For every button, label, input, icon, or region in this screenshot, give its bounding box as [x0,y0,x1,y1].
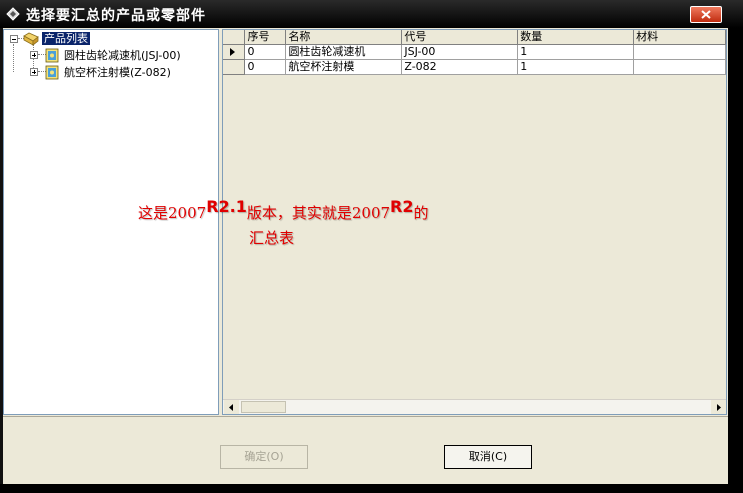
product-tree[interactable]: 产品列表 圆柱齿轮减速机(JSJ-00) 航空杯注射模(Z-082) [3,29,219,415]
annotation-version: R2.1 [206,197,247,216]
annotation-text: 的 [413,204,429,222]
row-header-corner [223,30,246,45]
scroll-right-button[interactable] [711,400,726,414]
scroll-left-button[interactable] [224,400,239,414]
table-row[interactable]: 0 圆柱齿轮减速机 JSJ-00 1 [223,44,726,60]
tree-connector [13,44,14,72]
scroll-thumb[interactable] [241,401,286,413]
horizontal-scrollbar[interactable] [223,399,726,414]
parts-table: 序号 名称 代号 数量 材料 0 圆柱齿轮减速机 JSJ-00 1 0 航空杯注… [223,30,726,75]
cancel-button[interactable]: 取消(C) [444,445,532,469]
column-header[interactable]: 数量 [517,30,635,45]
column-header[interactable]: 名称 [285,30,403,45]
window-title: 选择要汇总的产品或零部件 [26,8,206,24]
parts-grid[interactable]: 序号 名称 代号 数量 材料 0 圆柱齿轮减速机 JSJ-00 1 0 航空杯注… [222,29,727,415]
annotation-line-1: 这是2007R2.1版本，其实就是2007R2的 [138,198,429,223]
column-header[interactable]: 代号 [401,30,519,45]
grid-cell[interactable]: 0 [244,59,287,75]
panel-separator [3,416,728,417]
title-bar[interactable]: 选择要汇总的产品或零部件 [0,0,743,28]
tree-item-expand-toggle[interactable] [30,68,38,76]
app-diamond-icon [6,7,20,21]
grid-header-row: 序号 名称 代号 数量 材料 [223,30,726,45]
grid-cell[interactable]: 1 [517,44,635,60]
row-selector[interactable] [223,59,246,75]
grid-cell[interactable]: 1 [517,59,635,75]
table-row[interactable]: 0 航空杯注射模 Z-082 1 [223,59,726,75]
grid-cell[interactable] [633,59,726,75]
arrow-right-icon [717,404,721,411]
tree-item-expand-toggle[interactable] [30,51,38,59]
product-list-folder-icon [23,32,39,46]
annotation-text: 版本，其实就是2007 [246,204,391,222]
window-frame-right [728,28,743,493]
close-button[interactable] [690,6,722,23]
grid-cell[interactable]: Z-082 [401,59,519,75]
close-icon [701,10,711,19]
grid-cell[interactable]: 0 [244,44,287,60]
annotation-version: R2 [390,197,414,216]
tree-root-collapse-toggle[interactable] [10,35,18,43]
ok-button[interactable]: 确定(O) [220,445,308,469]
grid-cell[interactable]: 圆柱齿轮减速机 [285,44,403,60]
assembly-icon [45,48,59,63]
tree-root-label[interactable]: 产品列表 [42,32,90,45]
grid-cell[interactable] [633,44,726,60]
annotation-line-2: 汇总表 [249,229,295,247]
current-row-arrow-icon [230,48,235,56]
column-header[interactable]: 材料 [633,30,726,45]
grid-cell[interactable]: JSJ-00 [401,44,519,60]
tree-item-label[interactable]: 航空杯注射模(Z-082) [64,66,171,79]
column-header[interactable]: 序号 [244,30,287,45]
annotation-text: 这是2007 [138,204,207,222]
row-selector[interactable] [223,44,246,60]
dialog-window: 选择要汇总的产品或零部件 产品列表 圆柱齿轮减速机(JSJ-00) 航空杯注射模… [0,0,743,493]
arrow-left-icon [229,404,233,411]
grid-cell[interactable]: 航空杯注射模 [285,59,403,75]
bottom-frame [0,484,743,493]
assembly-icon [45,65,59,80]
tree-item-label[interactable]: 圆柱齿轮减速机(JSJ-00) [64,49,181,62]
